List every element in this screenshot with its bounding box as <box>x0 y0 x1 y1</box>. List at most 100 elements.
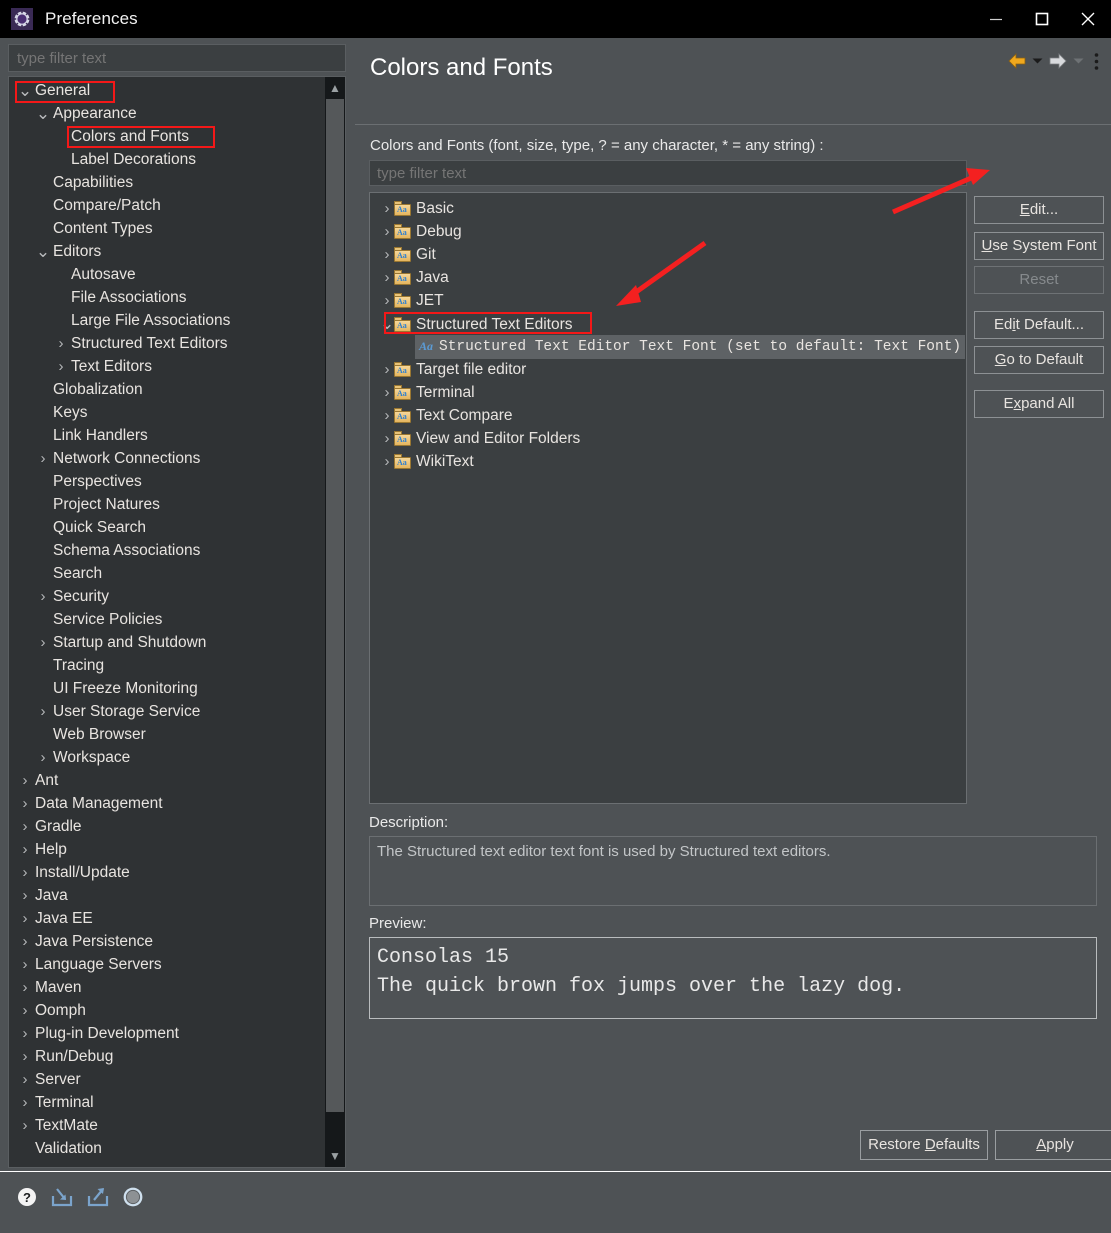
sidebar-item-text-editors[interactable]: › Text Editors <box>9 355 327 378</box>
font-tree-item[interactable]: Aa Structured Text Editor Text Font (set … <box>370 335 966 359</box>
chevron-right-icon[interactable]: › <box>380 266 394 289</box>
sidebar-item-appearance[interactable]: ⌄ Appearance <box>9 102 327 125</box>
font-filter-input[interactable] <box>369 160 967 186</box>
chevron-right-icon[interactable]: › <box>380 220 394 243</box>
chevron-right-icon[interactable]: › <box>380 289 394 312</box>
chevron-right-icon[interactable]: › <box>53 355 69 378</box>
sidebar-item-gradle[interactable]: › Gradle <box>9 815 327 838</box>
sidebar-item-large-file-associations[interactable]: Large File Associations <box>9 309 327 332</box>
chevron-right-icon[interactable]: › <box>17 1091 33 1114</box>
use-system-font-button[interactable]: Use System Font <box>974 232 1104 260</box>
arrow-left-icon[interactable] <box>1007 48 1027 74</box>
apply-button[interactable]: Apply <box>995 1130 1111 1160</box>
sidebar-item-content-types[interactable]: Content Types <box>9 217 327 240</box>
font-tree-item[interactable]: › Aa Git <box>370 243 966 266</box>
edit-default-button[interactable]: Edit Default... <box>974 311 1104 339</box>
chevron-right-icon[interactable]: › <box>380 404 394 427</box>
font-tree-item[interactable]: › Aa WikiText <box>370 450 966 473</box>
sidebar-item-user-storage-service[interactable]: › User Storage Service <box>9 700 327 723</box>
font-tree-item[interactable]: › Aa Basic <box>370 197 966 220</box>
help-question-icon[interactable]: ? <box>16 1186 38 1213</box>
kebab-menu-icon[interactable] <box>1089 48 1103 74</box>
sidebar-item-project-natures[interactable]: Project Natures <box>9 493 327 516</box>
minimize-button[interactable] <box>973 0 1019 38</box>
sidebar-item-help[interactable]: › Help <box>9 838 327 861</box>
chevron-down-icon[interactable]: ⌄ <box>35 102 51 125</box>
restore-defaults-button[interactable]: Restore Defaults <box>860 1130 988 1160</box>
export-arrow-icon[interactable] <box>86 1186 110 1213</box>
chevron-right-icon[interactable]: › <box>17 1114 33 1137</box>
sidebar-item-perspectives[interactable]: Perspectives <box>9 470 327 493</box>
sidebar-item-language-servers[interactable]: › Language Servers <box>9 953 327 976</box>
sidebar-item-tracing[interactable]: Tracing <box>9 654 327 677</box>
font-tree-item[interactable]: › Aa View and Editor Folders <box>370 427 966 450</box>
sidebar-item-web-browser[interactable]: Web Browser <box>9 723 327 746</box>
sidebar-item-link-handlers[interactable]: Link Handlers <box>9 424 327 447</box>
sidebar-item-ui-freeze-monitoring[interactable]: UI Freeze Monitoring <box>9 677 327 700</box>
chevron-right-icon[interactable]: › <box>380 243 394 266</box>
chevron-down-icon[interactable]: ⌄ <box>380 312 394 335</box>
edit-button[interactable]: Edit... <box>974 196 1104 224</box>
sidebar-item-security[interactable]: › Security <box>9 585 327 608</box>
chevron-right-icon[interactable]: › <box>53 332 69 355</box>
chevron-right-icon[interactable]: › <box>17 861 33 884</box>
import-arrow-icon[interactable] <box>50 1186 74 1213</box>
chevron-right-icon[interactable]: › <box>35 700 51 723</box>
expand-all-button[interactable]: Expand All <box>974 390 1104 418</box>
font-tree-item[interactable]: › Aa Java <box>370 266 966 289</box>
sidebar-item-java-persistence[interactable]: › Java Persistence <box>9 930 327 953</box>
chevron-right-icon[interactable]: › <box>380 358 394 381</box>
chevron-down-icon[interactable]: ⌄ <box>17 79 33 102</box>
sidebar-item-terminal[interactable]: › Terminal <box>9 1091 327 1114</box>
go-to-default-button[interactable]: Go to Default <box>974 346 1104 374</box>
sidebar-item-service-policies[interactable]: Service Policies <box>9 608 327 631</box>
font-tree-item[interactable]: › Aa Target file editor <box>370 358 966 381</box>
chevron-right-icon[interactable]: › <box>380 427 394 450</box>
chevron-right-icon[interactable]: › <box>35 631 51 654</box>
sidebar-scrollbar-thumb[interactable] <box>326 99 344 1112</box>
sidebar-item-java[interactable]: › Java <box>9 884 327 907</box>
sidebar-item-startup-and-shutdown[interactable]: › Startup and Shutdown <box>9 631 327 654</box>
sidebar-item-structured-text-editors[interactable]: › Structured Text Editors <box>9 332 327 355</box>
record-circle-icon[interactable] <box>122 1186 144 1213</box>
chevron-right-icon[interactable]: › <box>17 999 33 1022</box>
sidebar-item-label-decorations[interactable]: Label Decorations <box>9 148 327 171</box>
sidebar-item-general[interactable]: ⌄ General <box>9 79 327 103</box>
chevron-down-icon[interactable]: ⌄ <box>35 240 51 263</box>
chevron-right-icon[interactable]: › <box>35 585 51 608</box>
sidebar-item-editors[interactable]: ⌄ Editors <box>9 240 327 263</box>
chevron-right-icon[interactable]: › <box>380 197 394 220</box>
chevron-right-icon[interactable]: › <box>17 976 33 999</box>
sidebar-scrollbar[interactable]: ▲ ▼ <box>325 77 345 1167</box>
font-tree-item[interactable]: › Aa JET <box>370 289 966 312</box>
sidebar-item-file-associations[interactable]: File Associations <box>9 286 327 309</box>
chevron-down-icon[interactable]: ▼ <box>325 1145 345 1167</box>
chevron-right-icon[interactable]: › <box>35 746 51 769</box>
chevron-right-icon[interactable]: › <box>17 930 33 953</box>
sidebar-item-maven[interactable]: › Maven <box>9 976 327 999</box>
chevron-right-icon[interactable]: › <box>17 769 33 792</box>
sidebar-item-run-debug[interactable]: › Run/Debug <box>9 1045 327 1068</box>
chevron-right-icon[interactable]: › <box>17 792 33 815</box>
sidebar-item-search[interactable]: Search <box>9 562 327 585</box>
sidebar-item-network-connections[interactable]: › Network Connections <box>9 447 327 470</box>
chevron-right-icon[interactable]: › <box>380 381 394 404</box>
sidebar-item-workspace[interactable]: › Workspace <box>9 746 327 769</box>
sidebar-item-ant[interactable]: › Ant <box>9 769 327 792</box>
chevron-right-icon[interactable]: › <box>17 838 33 861</box>
chevron-right-icon[interactable]: › <box>17 907 33 930</box>
arrow-right-icon[interactable] <box>1048 48 1068 74</box>
sidebar-item-plug-in-development[interactable]: › Plug-in Development <box>9 1022 327 1045</box>
back-chevron-down-icon[interactable] <box>1032 48 1043 74</box>
maximize-button[interactable] <box>1019 0 1065 38</box>
sidebar-item-java-ee[interactable]: › Java EE <box>9 907 327 930</box>
close-button[interactable] <box>1065 0 1111 38</box>
sidebar-item-server[interactable]: › Server <box>9 1068 327 1091</box>
chevron-right-icon[interactable]: › <box>17 1045 33 1068</box>
colors-and-fonts-tree[interactable]: › Aa Basic › Aa Debug › Aa Git › Aa Java › Aa JET ⌄ Aa St… <box>369 192 967 804</box>
sidebar-item-compare-patch[interactable]: Compare/Patch <box>9 194 327 217</box>
chevron-right-icon[interactable]: › <box>380 450 394 473</box>
chevron-right-icon[interactable]: › <box>35 447 51 470</box>
sidebar-item-colors-and-fonts[interactable]: Colors and Fonts <box>9 125 327 148</box>
sidebar-item-schema-associations[interactable]: Schema Associations <box>9 539 327 562</box>
